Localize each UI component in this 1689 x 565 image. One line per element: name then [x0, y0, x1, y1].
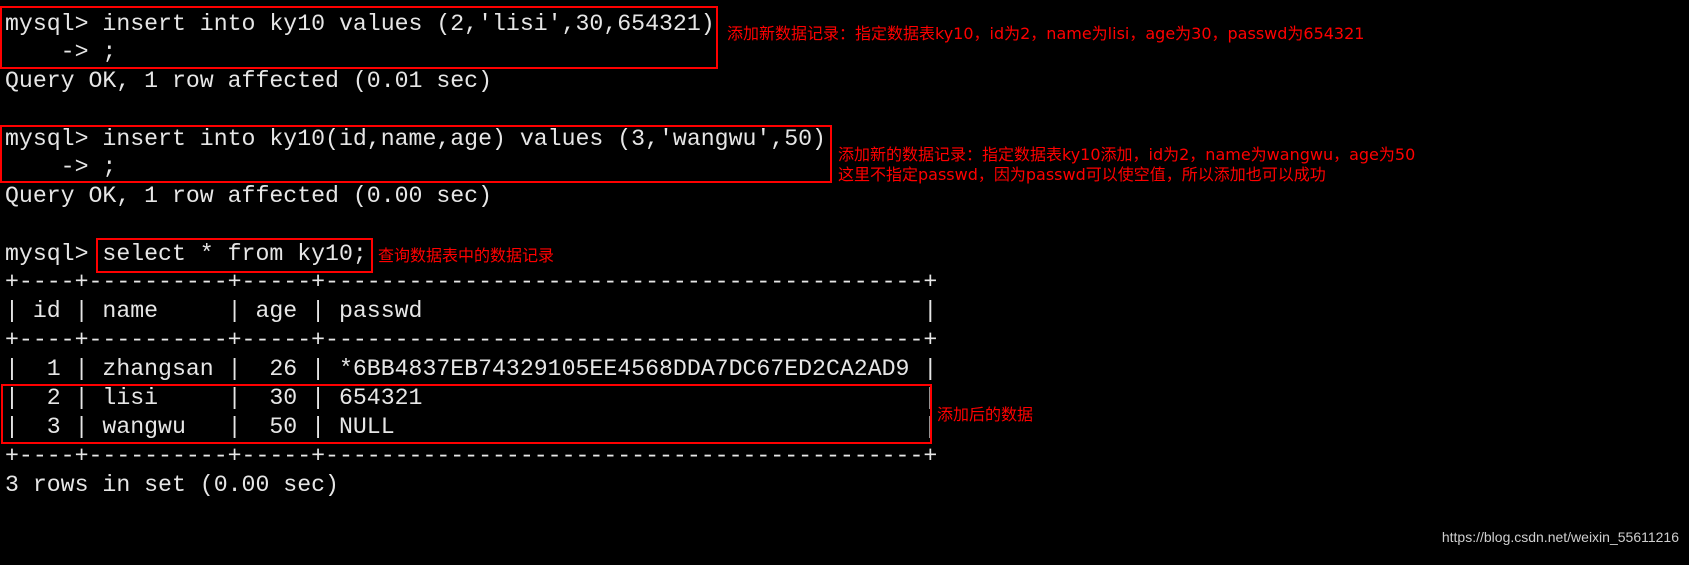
- annotation-select: 查询数据表中的数据记录: [378, 246, 555, 265]
- table-row: | 1 | zhangsan | 26 | *6BB4837EB74329105…: [5, 356, 938, 382]
- annotation-insert-wangwu-line2: 这里不指定passwd，因为passwd可以使空值，所以添加也可以成功: [838, 165, 1326, 184]
- annotation-insert-wangwu-line1: 添加新的数据记录：指定数据表ky10添加，id为2，name为wangwu，ag…: [838, 145, 1416, 164]
- terminal-line-query-ok: Query OK, 1 row affected (0.01 sec): [5, 68, 493, 94]
- table-header-row: | id | name | age | passwd |: [5, 298, 938, 324]
- table-border-bottom: +----+----------+-----+-----------------…: [5, 443, 938, 469]
- table-border-header: +----+----------+-----+-----------------…: [5, 327, 938, 353]
- highlight-box-insert-lisi: [0, 6, 718, 69]
- highlight-box-select: [96, 238, 373, 273]
- watermark-url: https://blog.csdn.net/weixin_55611216: [1441, 529, 1679, 545]
- highlight-box-insert-wangwu: [0, 125, 832, 183]
- highlight-box-added-rows: [1, 384, 932, 444]
- annotation-insert-lisi: 添加新数据记录：指定数据表ky10，id为2，name为lisi，age为30，…: [727, 24, 1365, 43]
- annotation-added-rows: 添加后的数据: [937, 405, 1034, 424]
- terminal-line-query-ok: Query OK, 1 row affected (0.00 sec): [5, 183, 493, 209]
- terminal-line-rows-in-set: 3 rows in set (0.00 sec): [5, 472, 339, 498]
